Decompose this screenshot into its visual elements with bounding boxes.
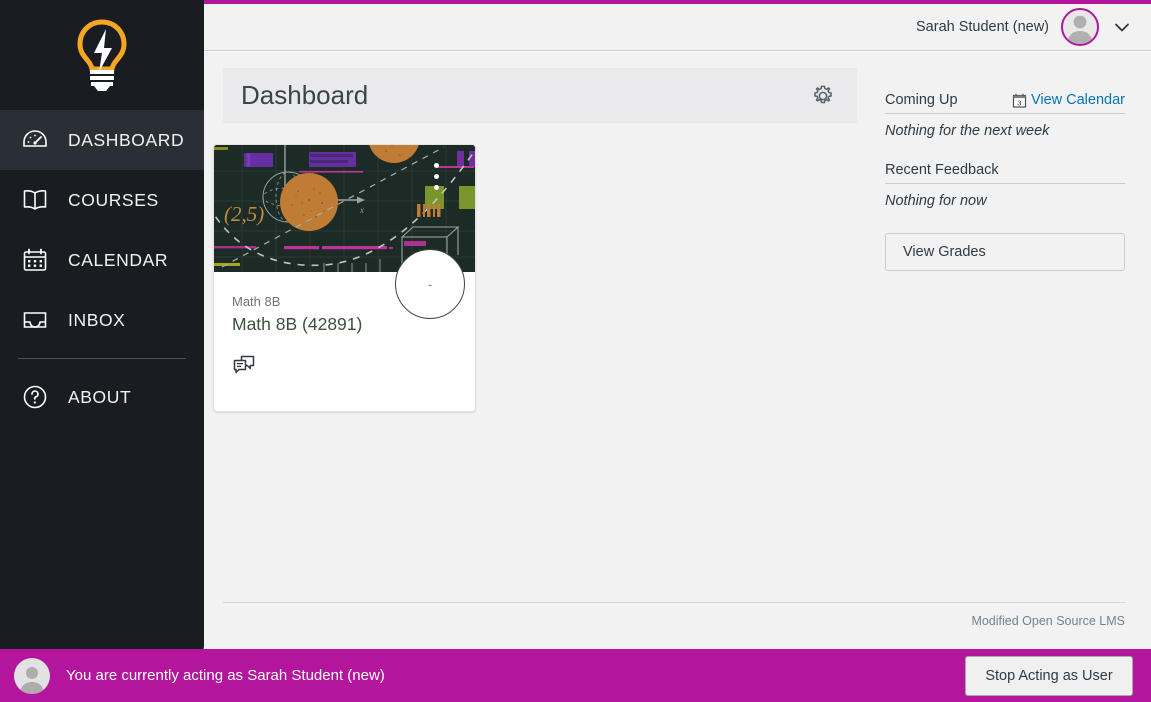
calendar-day-number: 3	[1017, 98, 1021, 107]
kebab-dot	[434, 174, 439, 179]
coming-up-title: Coming Up	[885, 92, 958, 108]
book-icon	[18, 183, 52, 217]
sidebar-item-about[interactable]: ABOUT	[0, 367, 204, 427]
top-header-bar: Sarah Student (new)	[204, 4, 1151, 51]
dashboard-gauge-icon	[18, 123, 52, 157]
course-grade-value: -	[427, 276, 433, 292]
lightbulb-logo[interactable]	[0, 0, 204, 110]
question-circle-icon	[18, 380, 52, 414]
sidebar-item-label: COURSES	[68, 189, 159, 210]
kebab-dot	[434, 185, 439, 190]
inbox-icon	[18, 303, 52, 337]
sidebar-item-calendar[interactable]: CALENDAR	[0, 230, 204, 290]
point-coordinate-label: (2,5)	[224, 202, 264, 226]
masquerade-message: You are currently acting as Sarah Studen…	[66, 667, 385, 684]
user-avatar-icon	[20, 666, 44, 694]
recent-feedback-header: Recent Feedback	[885, 162, 1125, 184]
calendar-icon: 3	[1012, 93, 1027, 108]
global-navigation-sidebar: DASHBOARD COURSES CALENDAR INBOX ABOUT	[0, 0, 204, 656]
course-card[interactable]: x (2,5) - Math 8B Math 8B (42891)	[213, 144, 476, 412]
view-calendar-link[interactable]: View Calendar	[1031, 92, 1125, 108]
view-grades-button[interactable]: View Grades	[885, 233, 1125, 271]
sidebar-item-inbox[interactable]: INBOX	[0, 290, 204, 350]
course-grade-badge[interactable]: -	[395, 249, 465, 319]
masquerade-bar: You are currently acting as Sarah Studen…	[0, 649, 1151, 702]
footer-text: Modified Open Source LMS	[971, 614, 1125, 628]
page-header-band: Dashboard	[223, 68, 857, 123]
gear-icon[interactable]	[811, 84, 835, 108]
user-avatar-icon	[1067, 15, 1093, 44]
kebab-dot	[434, 163, 439, 168]
footer-divider	[223, 602, 1125, 603]
recent-feedback-section: Recent Feedback Nothing for now	[885, 162, 1125, 209]
view-calendar-link-wrap[interactable]: 3 View Calendar	[1012, 92, 1125, 108]
sidebar-item-label: INBOX	[68, 309, 126, 330]
recent-feedback-empty-text: Nothing for now	[885, 193, 987, 209]
masquerade-avatar	[14, 657, 50, 694]
sidebar-divider	[18, 358, 186, 359]
calendar-icon	[18, 243, 52, 277]
recent-feedback-title: Recent Feedback	[885, 162, 999, 178]
chevron-down-icon[interactable]	[1111, 16, 1133, 38]
course-card-options-menu[interactable]	[434, 163, 439, 190]
sidebar-item-label: DASHBOARD	[68, 129, 185, 150]
axis-label-x: x	[359, 205, 364, 215]
sidebar-item-label: ABOUT	[68, 386, 132, 407]
dashboard-sidebar-rail: Coming Up 3 View Calendar Nothing for th…	[885, 92, 1125, 271]
course-card-title-link[interactable]: Math 8B (42891)	[232, 314, 362, 335]
sidebar-item-dashboard[interactable]: DASHBOARD	[0, 110, 204, 170]
main-content: Dashboard x (2,5) - Math 8B Math 8B (428…	[204, 52, 1151, 702]
sidebar-item-courses[interactable]: COURSES	[0, 170, 204, 230]
stop-acting-as-user-button[interactable]: Stop Acting as User	[965, 655, 1133, 696]
coming-up-header: Coming Up 3 View Calendar	[885, 92, 1125, 114]
lightbulb-icon	[77, 19, 127, 91]
sidebar-nav-list: DASHBOARD COURSES CALENDAR INBOX ABOUT	[0, 110, 204, 427]
announcements-icon[interactable]	[232, 353, 256, 377]
header-user-name: Sarah Student (new)	[916, 19, 1049, 35]
page-title: Dashboard	[241, 80, 369, 110]
sidebar-item-label: CALENDAR	[68, 249, 169, 270]
coming-up-empty-text: Nothing for the next week	[885, 123, 1050, 139]
course-card-quick-links	[232, 353, 457, 377]
avatar[interactable]	[1061, 8, 1099, 46]
